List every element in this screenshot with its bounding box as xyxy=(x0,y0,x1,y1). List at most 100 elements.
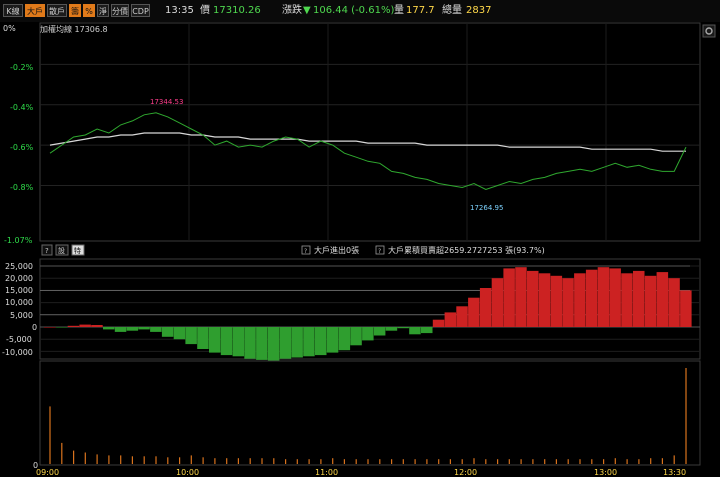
big-player-legend: ? 大戶進出0張 ? 大戶累積買賣超2659.2727253 張(93.7%) xyxy=(301,245,545,255)
volume-bar xyxy=(650,458,652,464)
volume-bar xyxy=(426,459,428,464)
big-player-bar xyxy=(244,327,256,359)
settings-button[interactable] xyxy=(702,24,716,38)
big-player-bar xyxy=(538,273,551,327)
big-player-bar xyxy=(350,327,362,346)
volume-bar xyxy=(143,456,145,464)
big-player-bar xyxy=(468,297,480,327)
big-player-bar xyxy=(303,327,315,357)
price-distribution-tab[interactable]: 分價 xyxy=(111,4,129,17)
big-player-bar xyxy=(644,275,657,327)
special-button-label: 特 xyxy=(74,246,81,255)
big-player-bar xyxy=(527,270,539,327)
volume-bar xyxy=(367,459,369,464)
big-player-bar xyxy=(197,327,209,349)
big-player-bar xyxy=(550,275,563,327)
price-grid xyxy=(39,22,701,242)
y-tick-price-4: -0.8% xyxy=(10,183,34,192)
volume-bar xyxy=(579,459,581,464)
volume-bar xyxy=(638,459,640,464)
change-down-arrow-icon: ▼ xyxy=(303,5,311,16)
big-player-bar xyxy=(161,327,174,337)
big-player-bar xyxy=(173,327,186,340)
big-player-bars xyxy=(44,267,692,361)
high-price-label: 17344.53 xyxy=(150,98,183,106)
legend-marker-text: ? xyxy=(304,248,307,255)
volume-bar xyxy=(108,455,110,464)
retail-tab[interactable]: 散戶 xyxy=(47,4,67,17)
y-tick-price-1: -0.2% xyxy=(10,63,34,72)
volume-bars xyxy=(49,368,687,464)
volume-bar xyxy=(120,455,122,464)
help-button-label: ? xyxy=(45,247,49,255)
big-player-bar xyxy=(232,327,245,357)
volume-bar xyxy=(214,458,216,464)
volume-bar xyxy=(61,442,63,464)
net-tab[interactable]: 淨 xyxy=(97,4,109,17)
big-player-bar xyxy=(385,327,398,331)
volume-bar xyxy=(131,456,133,464)
total-volume-value: 2837 xyxy=(466,5,492,16)
percent-tab[interactable]: % xyxy=(83,4,95,17)
volume-bar xyxy=(332,458,334,464)
volume-panel-frame xyxy=(39,360,701,466)
big-player-bar xyxy=(79,324,91,327)
legend-cumulative: 大戶累積買賣超2659.2727253 張(93.7%) xyxy=(388,245,545,255)
big-player-bar xyxy=(103,327,115,330)
cdp-tab[interactable]: CDP xyxy=(131,4,150,17)
kline-tab[interactable]: K線 xyxy=(3,4,23,17)
big-player-bar xyxy=(409,327,421,335)
big-player-bar xyxy=(597,267,610,327)
y-tick-big-6: -5,000 xyxy=(6,335,32,344)
volume-bar xyxy=(273,458,275,464)
volume-bar xyxy=(237,458,239,464)
current-time: 13:35 xyxy=(165,5,194,16)
volume-bar xyxy=(508,459,510,464)
legend-marker-text: ? xyxy=(378,248,381,255)
volume-bar xyxy=(391,459,393,464)
big-player-bar xyxy=(114,327,127,332)
volume-bar xyxy=(497,459,499,464)
big-player-bar xyxy=(503,268,515,327)
big-player-bar xyxy=(515,267,527,327)
x-tick-1000: 10:00 xyxy=(176,468,199,477)
big-player-bar xyxy=(562,278,574,327)
big-player-tab[interactable]: 大戶 xyxy=(25,4,45,17)
big-player-bar xyxy=(444,312,457,327)
volume-bar xyxy=(591,459,593,464)
big-player-bar xyxy=(291,327,303,358)
big-player-bar xyxy=(126,327,139,331)
x-tick-1300: 13:00 xyxy=(594,468,617,477)
volume-bar xyxy=(449,459,451,464)
x-tick-1100: 11:00 xyxy=(315,468,338,477)
chips-tab[interactable]: 籌 xyxy=(69,4,81,17)
volume-bar xyxy=(84,452,86,464)
big-player-bar xyxy=(138,327,150,330)
volume-bar xyxy=(343,459,345,464)
y-tick-big-1: 20,000 xyxy=(5,274,33,283)
y-tick-price-3: -0.6% xyxy=(10,143,34,152)
stock-chart-window: K線 大戶 散戶 籌 % 淨 分價 CDP 13:35 價 17310.26 漲… xyxy=(0,0,720,477)
y-tick-price-5: -1.07% xyxy=(4,236,33,245)
big-player-bar xyxy=(680,290,692,327)
weighted-average-line xyxy=(49,132,686,152)
volume-bar xyxy=(626,459,628,464)
price-label: 價 xyxy=(200,5,210,16)
big-player-bar xyxy=(185,327,197,345)
volume-bar xyxy=(308,459,310,464)
volume-bar xyxy=(355,459,357,464)
big-player-bar xyxy=(220,327,233,356)
y-tick-big-2: 15,000 xyxy=(5,286,33,295)
big-player-bar xyxy=(432,319,445,327)
y-tick-big-4: 5,000 xyxy=(10,311,33,320)
big-player-bar xyxy=(267,327,280,361)
volume-bar xyxy=(226,458,228,464)
big-player-bar xyxy=(362,327,374,341)
volume-grid xyxy=(39,360,701,466)
big-player-bar xyxy=(633,270,645,327)
big-player-bar xyxy=(609,268,621,327)
big-player-bar xyxy=(574,273,586,327)
volume-bar xyxy=(461,459,463,464)
y-tick-price-2: -0.4% xyxy=(10,103,34,112)
change-value: 106.44 (-0.61%) xyxy=(313,5,395,16)
